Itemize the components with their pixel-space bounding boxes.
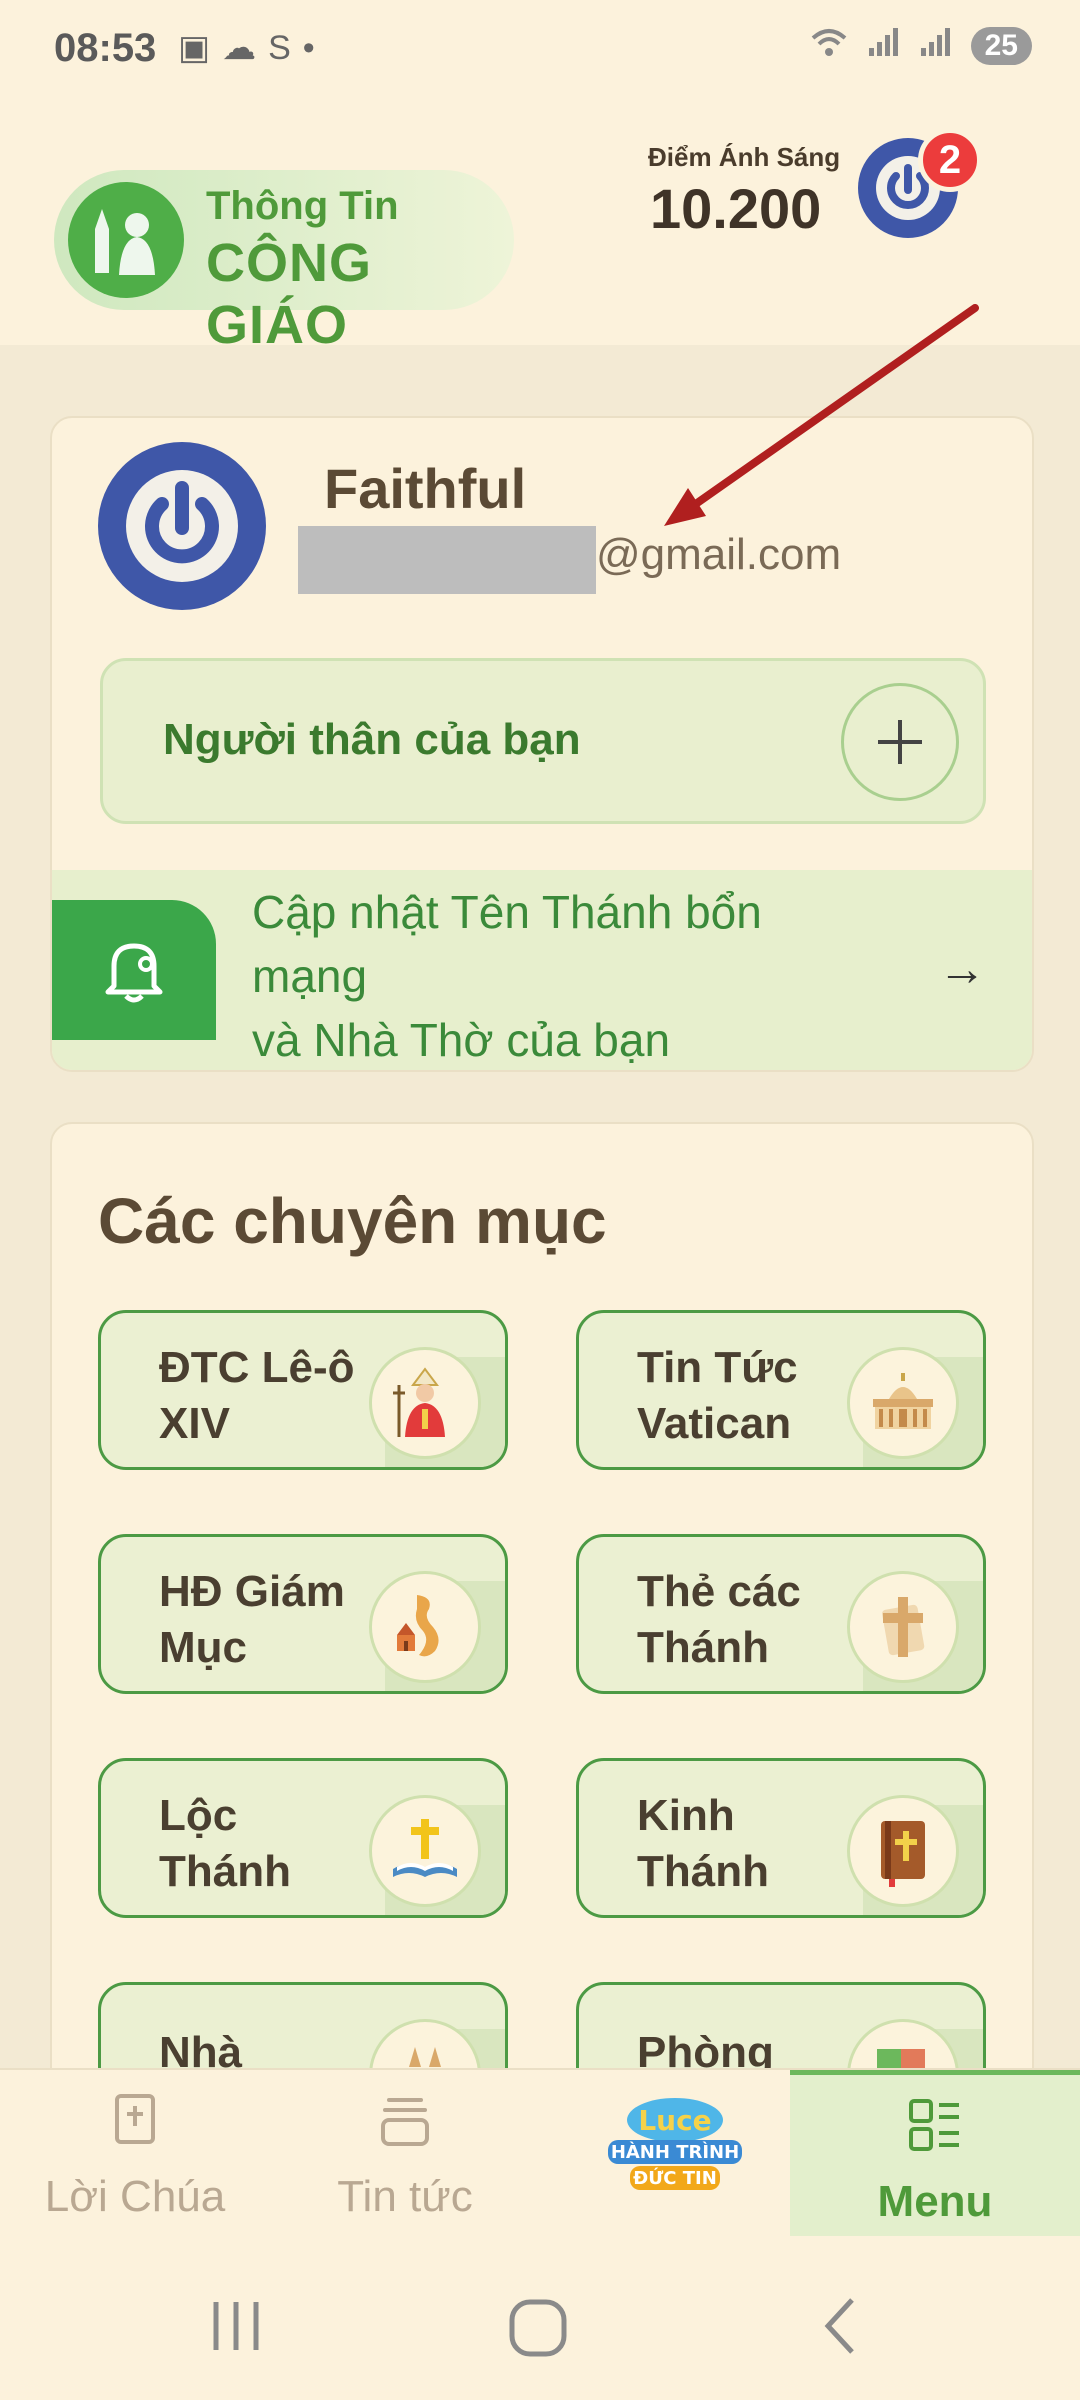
nav-label: Lời Chúa <box>44 2172 226 2221</box>
nav-loi-chua[interactable]: Lời Chúa <box>0 2070 270 2238</box>
profile-card: Faithful @gmail.com Người thân của bạn C… <box>50 416 1034 1072</box>
category-tile-pope[interactable]: ĐTC Lê-ô XIV <box>98 1310 508 1470</box>
holy-book-icon <box>847 1795 959 1907</box>
notification-badge: 2 <box>918 128 982 192</box>
category-label: ĐTC Lê-ô XIV <box>159 1343 355 1448</box>
menu-grid-icon <box>909 2099 959 2151</box>
arrow-right-icon: → <box>938 943 986 996</box>
logo-line2: CÔNG GIÁO <box>206 233 372 355</box>
app-logo[interactable]: Thông Tin CÔNG GIÁO <box>54 170 514 355</box>
categories-card: Các chuyên mục ĐTC Lê-ô XIV Tin Tức Vati… <box>50 1122 1034 2126</box>
back-icon[interactable] <box>820 2296 860 2356</box>
battery-icon: 25 <box>970 27 1032 65</box>
game-logo-line1: Luce <box>638 2104 711 2137</box>
category-label: HĐ Giám Mục <box>159 1567 345 1672</box>
power-icon <box>126 470 238 582</box>
points-value: 10.200 <box>650 177 822 240</box>
profile-email-domain: @gmail.com <box>596 530 842 579</box>
category-label: Tin Tức Vatican <box>637 1343 798 1448</box>
bible-icon <box>115 2094 155 2144</box>
relatives-row[interactable]: Người thân của bạn <box>100 658 986 824</box>
app-header: Thông Tin CÔNG GIÁO Điểm Ánh Sáng 10.200… <box>0 90 1080 355</box>
category-tile-bishops-conference[interactable]: HĐ Giám Mục <box>98 1534 508 1694</box>
wifi-icon <box>809 26 849 66</box>
game-logo-line2: HÀNH TRÌNH <box>611 2141 739 2163</box>
nav-menu[interactable]: Menu <box>790 2070 1080 2238</box>
logo-line1: Thông Tin <box>206 184 399 228</box>
game-logo-icon: Luce HÀNH TRÌNH ĐỨC TIN <box>608 2098 742 2190</box>
nav-label: Menu <box>877 2177 993 2226</box>
game-logo-line3: ĐỨC TIN <box>633 2167 717 2189</box>
vietnam-map-icon <box>369 1571 481 1683</box>
status-bar: 08:53 ▣☁S• 25 <box>0 0 1080 90</box>
category-label: Lộc Thánh <box>159 1791 291 1896</box>
status-right: 25 <box>809 26 1032 66</box>
category-tile-holy-blessing[interactable]: Lộc Thánh <box>98 1758 508 1918</box>
profile-avatar[interactable] <box>98 442 266 610</box>
update-saint-text: Cập nhật Tên Thánh bổn mạng và Nhà Thờ c… <box>252 886 762 1066</box>
nav-tin-tuc[interactable]: Tin tức <box>270 2070 540 2238</box>
profile-name: Faithful <box>324 457 527 520</box>
mary-logo-icon <box>68 182 184 298</box>
category-tile-vatican-news[interactable]: Tin Tức Vatican <box>576 1310 986 1470</box>
update-saint-row[interactable]: Cập nhật Tên Thánh bổn mạng và Nhà Thờ c… <box>52 870 1032 1070</box>
relatives-label: Người thân của bạn <box>163 715 581 764</box>
nav-label: Tin tức <box>337 2172 473 2221</box>
home-icon[interactable] <box>508 2298 568 2358</box>
category-tile-saint-cards[interactable]: Thẻ các Thánh <box>576 1534 986 1694</box>
email-redaction <box>298 526 596 594</box>
news-stack-icon <box>381 2098 429 2146</box>
category-label: Kinh Thánh <box>637 1791 769 1896</box>
category-tile-bible[interactable]: Kinh Thánh <box>576 1758 986 1918</box>
signal-icon-2 <box>919 26 953 66</box>
status-time: 08:53 <box>54 26 157 70</box>
signal-icon <box>867 26 901 66</box>
pope-icon <box>369 1347 481 1459</box>
categories-title: Các chuyên mục <box>98 1185 607 1257</box>
bell-icon <box>52 900 216 1040</box>
cross-card-icon <box>847 1571 959 1683</box>
add-relative-button[interactable] <box>841 683 959 801</box>
bottom-navigation: Lời Chúa Tin tức Luce HÀNH TRÌNH ĐỨC TIN… <box>0 2068 1080 2238</box>
category-label: Thẻ các Thánh <box>637 1567 801 1672</box>
status-notification-icons: ▣☁S• <box>178 29 327 67</box>
nav-game-hanh-trinh[interactable]: Luce HÀNH TRÌNH ĐỨC TIN <box>540 2070 790 2238</box>
vatican-icon <box>847 1347 959 1459</box>
bible-cross-icon <box>369 1795 481 1907</box>
points-label: Điểm Ánh Sáng <box>648 142 841 172</box>
system-navigation-bar <box>0 2236 1080 2400</box>
recent-apps-icon[interactable] <box>206 2298 266 2354</box>
plus-icon <box>878 720 922 764</box>
